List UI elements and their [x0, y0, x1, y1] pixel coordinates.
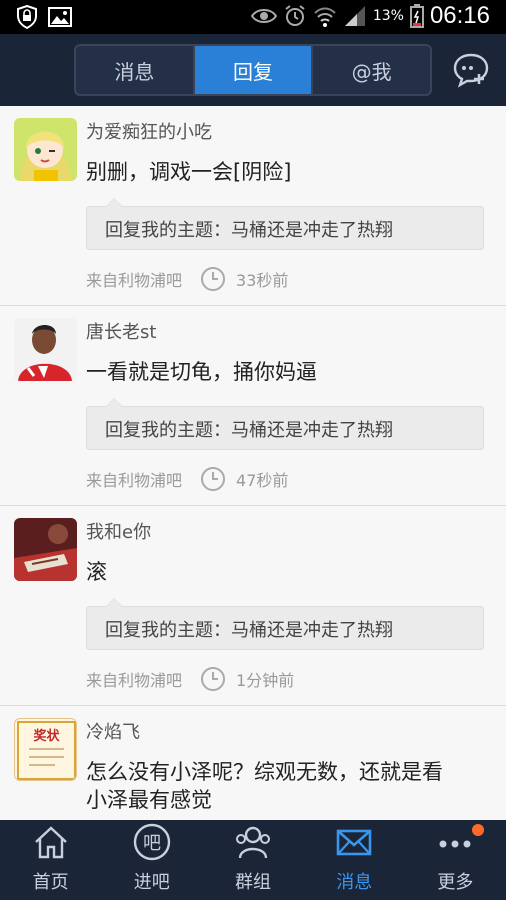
battery-icon [409, 4, 424, 28]
reply-message: 一看就是切龟，捅你妈逼 [86, 360, 317, 384]
username[interactable]: 唐长老st [86, 318, 156, 344]
battery-percent: 13% [372, 8, 404, 24]
clock-icon [201, 467, 226, 491]
reply-message-line: 小泽最有感觉 [86, 788, 212, 812]
more-icon [439, 840, 471, 848]
reply-item[interactable]: 唐长老st 一看就是切龟，捅你妈逼 回复我的主题：马桶还是冲走了热翔 来自利物浦… [0, 306, 506, 506]
avatar[interactable] [14, 518, 77, 581]
nav-label: 更多 [437, 872, 474, 893]
reply-meta: 来自利物浦吧 47秒前 [86, 466, 288, 492]
reply-message: 滚 [86, 560, 107, 584]
quoted-thread[interactable]: 回复我的主题：马桶还是冲走了热翔 [86, 398, 484, 450]
bar-icon: 吧 [133, 823, 170, 861]
reply-meta: 来自利物浦吧 33秒前 [86, 266, 288, 292]
source-forum[interactable]: 来自利物浦吧 [86, 667, 182, 691]
group-icon [236, 826, 270, 859]
tab-messages[interactable]: 消息 [76, 46, 195, 94]
nav-messages[interactable]: 消息 [304, 820, 405, 900]
svg-text:吧: 吧 [143, 833, 161, 854]
username[interactable]: 冷焰飞 [86, 718, 140, 744]
reply-message: 怎么没有小泽呢？综观无数，还就是看 小泽最有感觉 [86, 758, 486, 814]
clock-icon [201, 667, 226, 691]
reply-time: 33秒前 [236, 271, 289, 290]
reply-message-line: 怎么没有小泽呢？综观无数，还就是看 [86, 760, 443, 784]
notification-badge [472, 824, 485, 836]
nav-groups[interactable]: 群组 [202, 820, 303, 900]
alarm-icon [285, 5, 305, 26]
quoted-thread[interactable]: 回复我的主题：马桶还是冲走了热翔 [86, 198, 484, 250]
reply-message: 别删，调戏一会[阴险] [86, 160, 292, 184]
nav-label: 首页 [32, 872, 69, 893]
username[interactable]: 我和e你 [86, 518, 151, 544]
reply-item[interactable]: 奖状 冷焰飞 怎么没有小泽呢？综观无数，还就是看 小泽最有感觉 [0, 706, 506, 820]
clock: 06:16 [429, 2, 490, 29]
home-icon [34, 826, 67, 859]
new-chat-icon[interactable] [452, 52, 490, 88]
mail-icon [336, 829, 372, 856]
reply-item[interactable]: 为爱痴狂的小吃 别删，调戏一会[阴险] 回复我的主题：马桶还是冲走了热翔 来自利… [0, 106, 506, 306]
avatar[interactable]: 奖状 [14, 718, 77, 781]
shield-icon [17, 5, 37, 29]
nav-bars[interactable]: 吧 进吧 [101, 820, 202, 900]
clock-icon [201, 267, 226, 291]
tab-mentions[interactable]: @我 [313, 46, 430, 94]
signal-icon [344, 6, 365, 26]
image-icon [48, 7, 72, 27]
reply-feed[interactable]: 为爱痴狂的小吃 别删，调戏一会[阴险] 回复我的主题：马桶还是冲走了热翔 来自利… [0, 106, 506, 820]
nav-more[interactable]: 更多 [405, 820, 506, 900]
source-forum[interactable]: 来自利物浦吧 [86, 467, 182, 491]
eye-icon [250, 9, 277, 23]
tab-replies[interactable]: 回复 [194, 46, 314, 94]
reply-item[interactable]: 我和e你 滚 回复我的主题：马桶还是冲走了热翔 来自利物浦吧 1分钟前 [0, 506, 506, 706]
quoted-thread[interactable]: 回复我的主题：马桶还是冲走了热翔 [86, 598, 484, 650]
source-forum[interactable]: 来自利物浦吧 [86, 267, 182, 291]
certificate-title: 奖状 [33, 729, 60, 744]
reply-time: 1分钟前 [236, 671, 295, 690]
avatar[interactable] [14, 318, 77, 381]
top-header: 消息 回复 @我 [0, 34, 506, 106]
nav-label: 群组 [235, 872, 271, 893]
avatar[interactable] [14, 118, 77, 181]
status-bar: 13% 06:16 [0, 0, 506, 34]
nav-label: 进吧 [133, 872, 170, 893]
nav-label: 消息 [336, 872, 373, 893]
username[interactable]: 为爱痴狂的小吃 [86, 118, 212, 144]
wifi-icon [314, 7, 336, 27]
message-tabs: 消息 回复 @我 [74, 44, 432, 96]
bottom-nav: 首页 吧 进吧 群组 消息 更多 [0, 820, 506, 900]
reply-time: 47秒前 [236, 471, 289, 490]
nav-home[interactable]: 首页 [0, 820, 101, 900]
reply-meta: 来自利物浦吧 1分钟前 [86, 666, 294, 692]
